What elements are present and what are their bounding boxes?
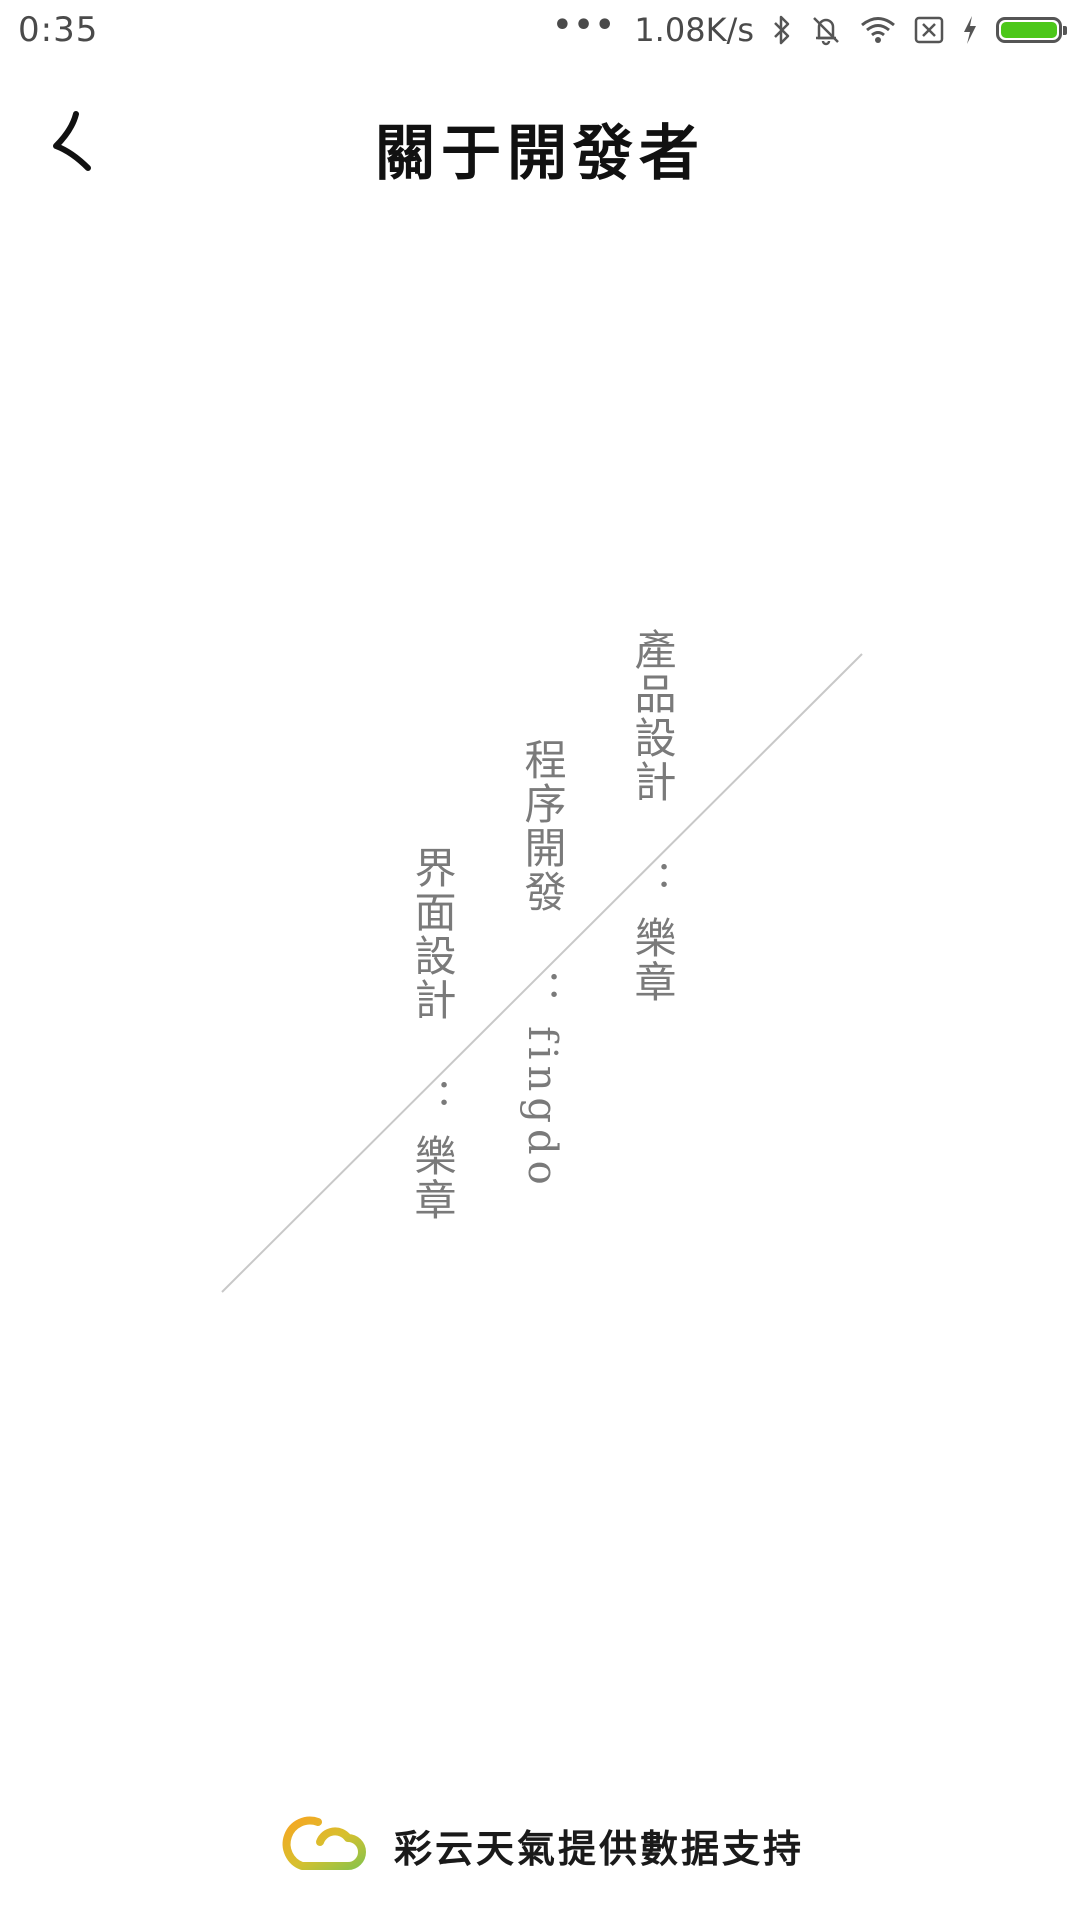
diagonal-divider <box>221 653 863 1293</box>
battery-icon <box>996 17 1067 43</box>
wifi-icon <box>860 16 896 44</box>
sim-off-icon <box>914 16 944 44</box>
credit-role: 產品設計 <box>628 628 677 804</box>
footer-text: 彩云天氣提供數据支持 <box>393 1825 804 1871</box>
vibrate-off-icon <box>810 14 842 46</box>
credit-development: 程序開發 ： fingdo <box>512 738 572 1191</box>
credit-name: 樂章 <box>628 916 677 1004</box>
notification-dots: ••• <box>552 8 617 43</box>
network-speed: 1.08K/s <box>634 11 754 49</box>
status-icons: ••• 1.08K/s <box>552 8 1067 52</box>
credits-area: 產品設計 ： 樂章 程序開發 ： fingdo 界面設計 ： 樂章 <box>0 0 1080 1920</box>
footer-attribution: 彩云天氣提供數据支持 <box>0 1812 1080 1878</box>
caiyun-cloud-logo-icon <box>282 1816 366 1870</box>
credit-name: 樂章 <box>408 1134 457 1222</box>
status-bar: 0:35 ••• 1.08K/s <box>0 0 1080 62</box>
credit-product-design: 產品設計 ： 樂章 <box>622 628 682 1004</box>
bluetooth-icon <box>772 15 792 45</box>
credit-separator: ： <box>632 860 673 896</box>
battery-level <box>1001 22 1057 38</box>
credit-ui-design: 界面設計 ： 樂章 <box>402 846 462 1222</box>
battery-cap <box>1063 26 1067 35</box>
charging-icon <box>962 15 978 45</box>
credit-separator: ： <box>522 970 563 1006</box>
credit-role: 程序開發 <box>518 738 567 914</box>
status-time: 0:35 <box>18 10 99 50</box>
page-title: 關于開發者 <box>375 119 705 189</box>
credit-role: 界面設計 <box>408 846 457 1022</box>
credit-separator: ： <box>412 1078 453 1114</box>
credit-name: fingdo <box>519 1026 565 1191</box>
